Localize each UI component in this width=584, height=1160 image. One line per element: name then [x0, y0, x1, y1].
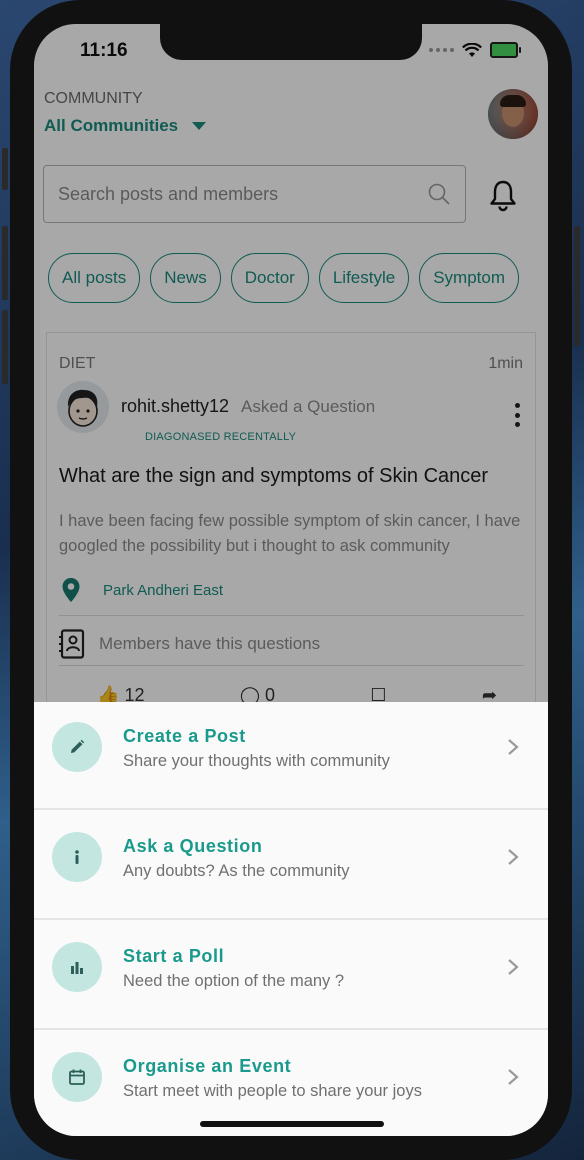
volume-down-button: [2, 310, 8, 384]
app-screen: 11:16 COMMUNITY All Communities Search p…: [34, 24, 548, 1136]
sheet-item-subtitle: Need the option of the many ?: [123, 972, 345, 990]
sheet-item-subtitle: Start meet with people to share your joy…: [123, 1082, 422, 1100]
sheet-item-title: Start a Poll: [123, 946, 225, 966]
bar-chart-icon: [52, 942, 102, 992]
calendar-icon: [52, 1052, 102, 1102]
sheet-item-title: Ask a Question: [123, 836, 263, 856]
sheet-item-title: Organise an Event: [123, 1056, 292, 1076]
volume-up-button: [2, 226, 8, 300]
sheet-item-create-post[interactable]: Create a Post Share your thoughts with c…: [34, 702, 548, 810]
pencil-icon: [52, 722, 102, 772]
chevron-right-icon: [508, 959, 519, 975]
sheet-item-subtitle: Share your thoughts with community: [123, 752, 390, 770]
info-icon: [52, 832, 102, 882]
sheet-item-ask-question[interactable]: Ask a Question Any doubts? As the commun…: [34, 812, 548, 920]
home-indicator[interactable]: [200, 1121, 384, 1127]
notch: [160, 24, 422, 60]
sheet-item-title: Create a Post: [123, 726, 246, 746]
sheet-item-start-poll[interactable]: Start a Poll Need the option of the many…: [34, 922, 548, 1030]
sheet-item-subtitle: Any doubts? As the community: [123, 862, 350, 880]
chevron-right-icon: [508, 739, 519, 755]
chevron-right-icon: [508, 1069, 519, 1085]
mute-switch: [2, 148, 8, 190]
create-action-sheet: Create a Post Share your thoughts with c…: [34, 702, 548, 1136]
power-button: [574, 226, 580, 346]
chevron-right-icon: [508, 849, 519, 865]
